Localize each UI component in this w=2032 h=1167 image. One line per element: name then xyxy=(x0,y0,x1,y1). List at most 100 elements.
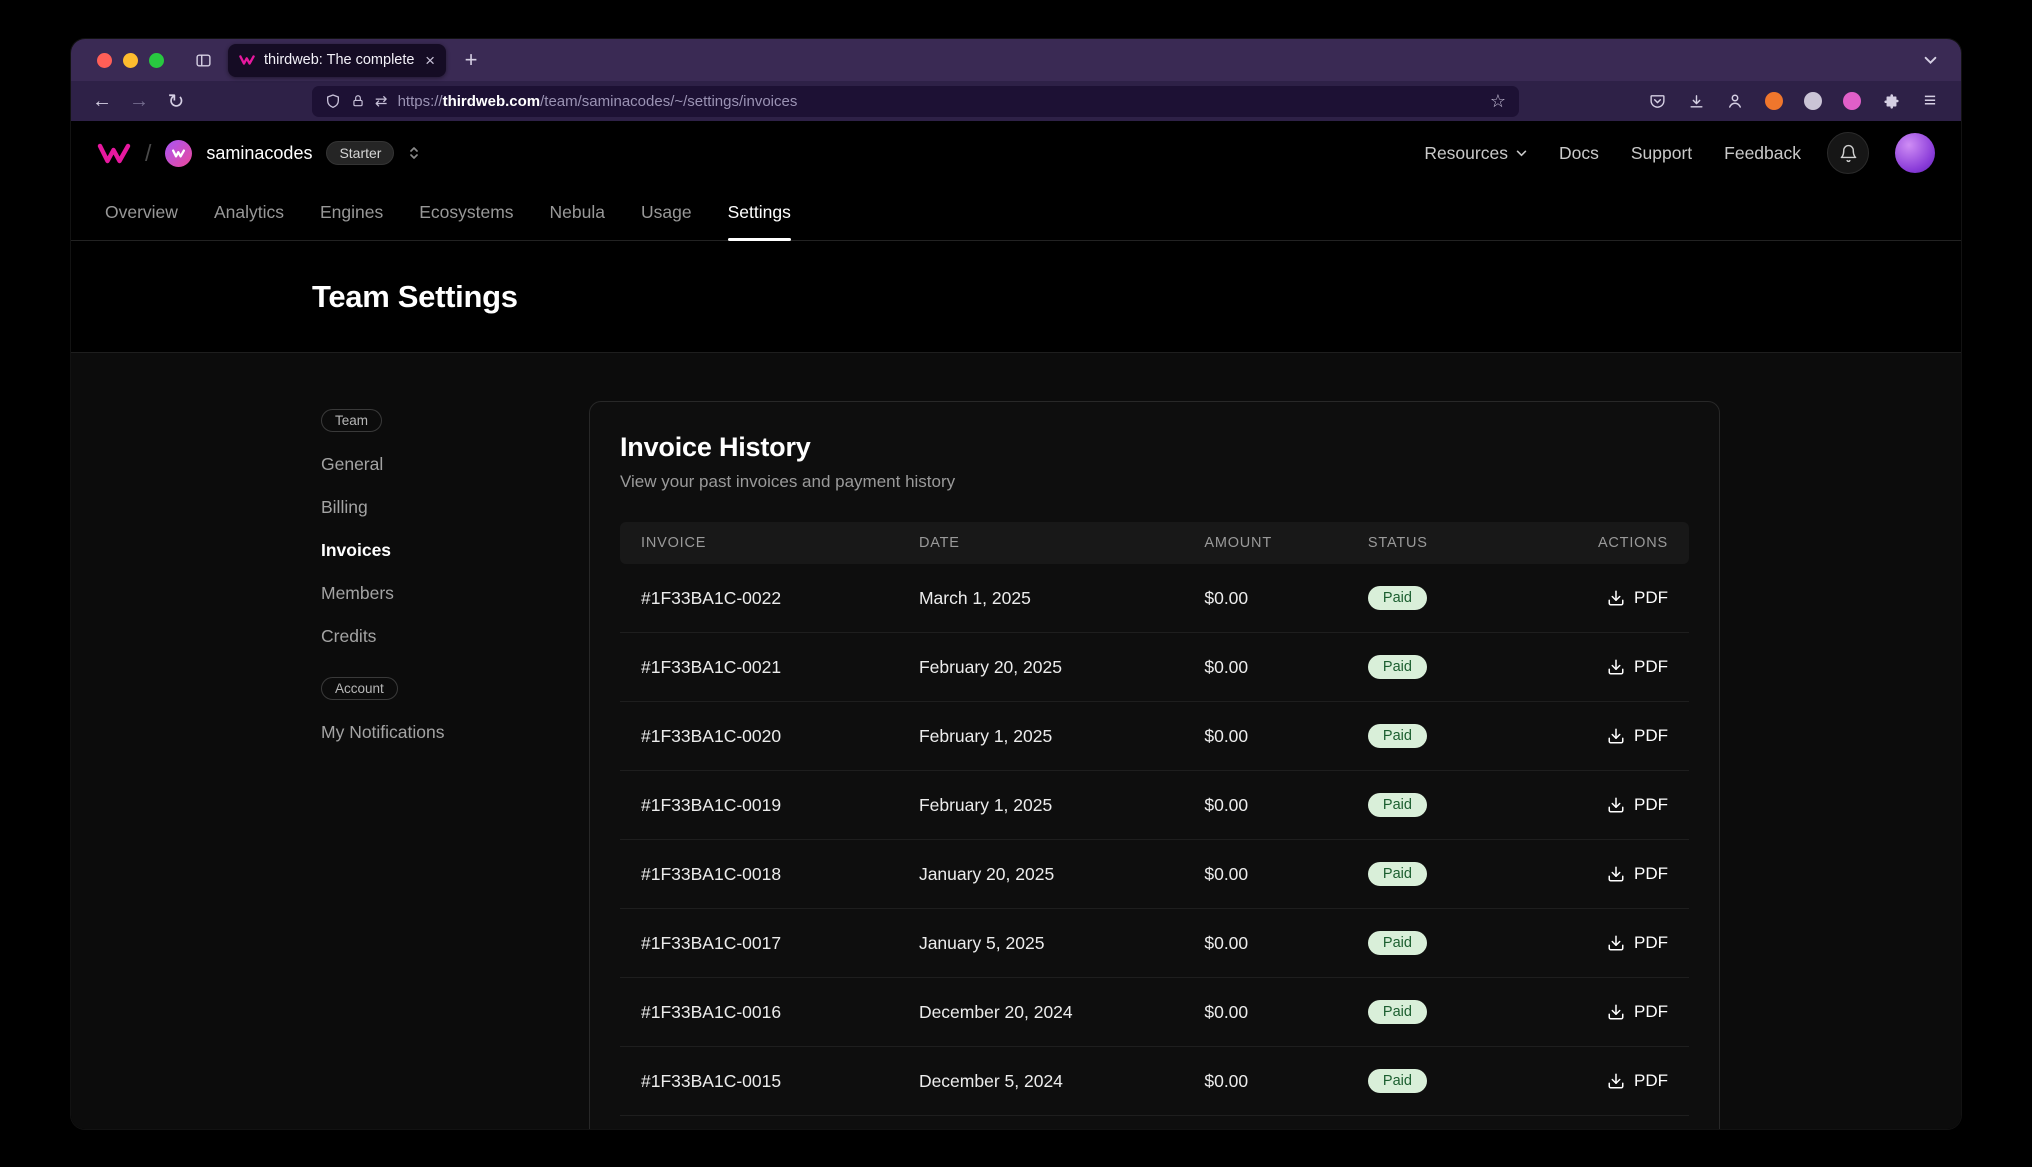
back-button[interactable]: ← xyxy=(85,84,119,118)
notifications-button[interactable] xyxy=(1827,132,1869,174)
team-name[interactable]: saminacodes xyxy=(206,143,312,164)
header-link-support[interactable]: Support xyxy=(1631,143,1692,164)
url-text: https://thirdweb.com/team/saminacodes/~/… xyxy=(398,93,1480,110)
reload-button[interactable]: ↻ xyxy=(159,84,193,118)
settings-content: TeamGeneralBillingInvoicesMembersCredits… xyxy=(71,353,1961,1129)
sidebar-item-billing[interactable]: Billing xyxy=(321,497,511,518)
sidebar-item-invoices[interactable]: Invoices xyxy=(321,540,511,561)
fox-extension-badge xyxy=(1765,92,1783,110)
table-row: #1F33BA1C-0020February 1, 2025$0.00PaidP… xyxy=(620,702,1689,771)
address-bar[interactable]: ⇄ https://thirdweb.com/team/saminacodes/… xyxy=(312,86,1519,117)
invoice-date-cell: March 1, 2025 xyxy=(898,588,1183,609)
account-icon[interactable] xyxy=(1718,84,1752,118)
tab-overview[interactable]: Overview xyxy=(105,185,178,240)
sidebar-item-credits[interactable]: Credits xyxy=(321,626,511,647)
invoice-date-cell: December 20, 2024 xyxy=(898,1002,1183,1023)
download-pdf-button[interactable]: PDF xyxy=(1607,795,1668,815)
tab-usage[interactable]: Usage xyxy=(641,185,692,240)
invoice-amount-cell: $0.00 xyxy=(1183,726,1347,747)
extension-fox-icon[interactable] xyxy=(1757,84,1791,118)
download-pdf-button[interactable]: PDF xyxy=(1607,657,1668,677)
thirdweb-favicon xyxy=(239,54,255,66)
plan-badge: Starter xyxy=(326,141,394,165)
tab-engines[interactable]: Engines xyxy=(320,185,383,240)
invoice-id-cell: #1F33BA1C-0021 xyxy=(620,657,898,678)
forward-button[interactable]: → xyxy=(122,84,156,118)
download-icon xyxy=(1607,727,1625,745)
invoice-status-cell: Paid xyxy=(1347,586,1584,610)
extensions-puzzle-icon[interactable] xyxy=(1874,84,1908,118)
tab-settings[interactable]: Settings xyxy=(728,185,791,240)
lock-icon[interactable] xyxy=(351,94,365,108)
invoice-status-cell: Paid xyxy=(1347,931,1584,955)
downloads-icon[interactable] xyxy=(1679,84,1713,118)
download-icon xyxy=(1607,796,1625,814)
firefox-view-icon xyxy=(195,52,212,69)
invoice-date-cell: December 5, 2024 xyxy=(898,1071,1183,1092)
user-avatar[interactable] xyxy=(1895,133,1935,173)
table-row: #1F33BA1C-0016December 20, 2024$0.00Paid… xyxy=(620,978,1689,1047)
invoice-history-subtitle: View your past invoices and payment hist… xyxy=(620,472,1689,492)
toolbar-icons: ≡ xyxy=(1640,84,1947,118)
tab-nebula[interactable]: Nebula xyxy=(550,185,605,240)
tab-ecosystems[interactable]: Ecosystems xyxy=(419,185,513,240)
download-pdf-button[interactable]: PDF xyxy=(1607,1002,1668,1022)
thirdweb-dashboard: / saminacodes Starter Resources Docs Suppo… xyxy=(71,121,1961,1129)
download-pdf-button[interactable]: PDF xyxy=(1607,864,1668,884)
sidebar-item-members[interactable]: Members xyxy=(321,583,511,604)
page-title: Team Settings xyxy=(312,279,518,315)
invoice-amount-cell: $0.00 xyxy=(1183,657,1347,678)
firefox-view-button[interactable] xyxy=(186,43,220,77)
invoice-status-cell: Paid xyxy=(1347,724,1584,748)
minimize-window-button[interactable] xyxy=(123,53,138,68)
paid-status-badge: Paid xyxy=(1368,724,1427,748)
sidebar-item-my-notifications[interactable]: My Notifications xyxy=(321,722,511,743)
tab-title: thirdweb: The complete web3 d xyxy=(264,52,416,68)
invoice-actions-cell: PDF xyxy=(1584,1071,1689,1091)
zoom-window-button[interactable] xyxy=(149,53,164,68)
list-all-tabs-button[interactable] xyxy=(1913,43,1947,77)
invoice-amount-cell: $0.00 xyxy=(1183,795,1347,816)
menu-icon[interactable]: ≡ xyxy=(1913,84,1947,118)
header-left: / saminacodes Starter xyxy=(97,140,420,167)
team-switcher-chevrons[interactable] xyxy=(408,145,420,161)
download-pdf-button[interactable]: PDF xyxy=(1607,726,1668,746)
thirdweb-logo[interactable] xyxy=(97,142,131,165)
column-header-actions: ACTIONS xyxy=(1598,535,1689,551)
invoice-id-cell: #1F33BA1C-0022 xyxy=(620,588,898,609)
bookmark-star-icon[interactable]: ☆ xyxy=(1490,91,1506,112)
pdf-label: PDF xyxy=(1634,657,1668,677)
column-header-amount: AMOUNT xyxy=(1183,535,1347,551)
header-link-docs[interactable]: Docs xyxy=(1559,143,1599,164)
invoice-id-cell: #1F33BA1C-0016 xyxy=(620,1002,898,1023)
download-pdf-button[interactable]: PDF xyxy=(1607,588,1668,608)
tab-close-icon[interactable]: × xyxy=(425,52,435,69)
download-pdf-button[interactable]: PDF xyxy=(1607,933,1668,953)
permissions-icon[interactable]: ⇄ xyxy=(375,92,388,110)
browser-window: thirdweb: The complete web3 d × + ← → ↻ … xyxy=(71,39,1961,1129)
invoice-history-card: Invoice History View your past invoices … xyxy=(589,401,1720,1129)
table-row: #1F33BA1C-0015December 5, 2024$0.00PaidP… xyxy=(620,1047,1689,1116)
header-link-feedback[interactable]: Feedback xyxy=(1724,143,1801,164)
header-link-resources[interactable]: Resources xyxy=(1424,143,1527,164)
wallet-extension-badge xyxy=(1843,92,1861,110)
sidebar-item-general[interactable]: General xyxy=(321,454,511,475)
paid-status-badge: Paid xyxy=(1368,793,1427,817)
table-row: #1F33BA1C-0019February 1, 2025$0.00PaidP… xyxy=(620,771,1689,840)
pdf-label: PDF xyxy=(1634,588,1668,608)
new-tab-button[interactable]: + xyxy=(454,43,488,77)
download-pdf-button[interactable]: PDF xyxy=(1607,1071,1668,1091)
tab-analytics[interactable]: Analytics xyxy=(214,185,284,240)
paid-status-badge: Paid xyxy=(1368,1000,1427,1024)
browser-toolbar: ← → ↻ ⇄ https://thirdweb.com/team/samina… xyxy=(71,81,1961,121)
pdf-label: PDF xyxy=(1634,933,1668,953)
pocket-icon[interactable] xyxy=(1640,84,1674,118)
extension-icon[interactable] xyxy=(1796,84,1830,118)
invoice-actions-cell: PDF xyxy=(1584,657,1689,677)
desktop-background: thirdweb: The complete web3 d × + ← → ↻ … xyxy=(0,0,2032,1167)
browser-tab[interactable]: thirdweb: The complete web3 d × xyxy=(228,44,446,77)
close-window-button[interactable] xyxy=(97,53,112,68)
tracking-shield-icon[interactable] xyxy=(325,93,341,109)
extension-wallet-icon[interactable] xyxy=(1835,84,1869,118)
column-header-invoice: INVOICE xyxy=(620,535,898,551)
